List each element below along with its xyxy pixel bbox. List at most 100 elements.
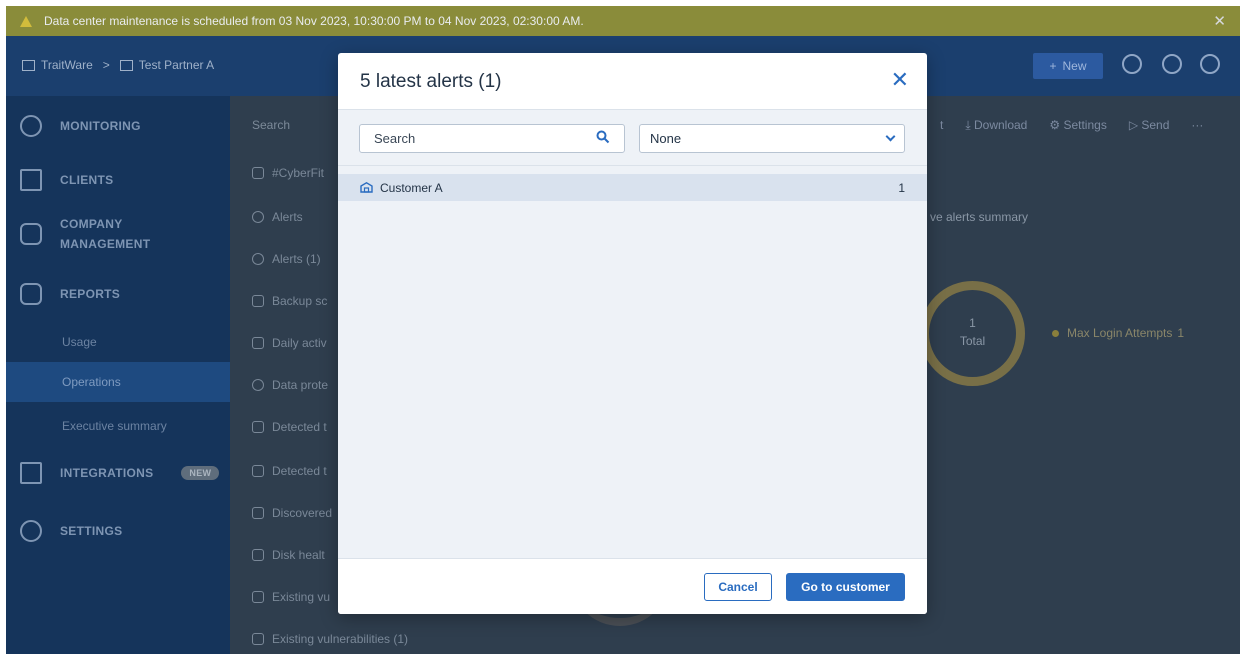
filter-select[interactable]: None: [639, 124, 905, 153]
help-icon[interactable]: [1162, 54, 1182, 74]
report-item-label: Alerts (1): [272, 252, 321, 266]
filter-select-value: None: [650, 131, 682, 146]
report-icon: [252, 167, 264, 179]
sidebar-item-clients[interactable]: CLIENTS: [6, 168, 230, 192]
app-window: Data center maintenance is scheduled fro…: [6, 6, 1240, 654]
report-item-label: Daily activ: [272, 336, 327, 350]
building-icon: [22, 59, 35, 71]
breadcrumb-item-traitware[interactable]: TraitWare: [41, 58, 93, 72]
report-item[interactable]: Daily activ: [252, 336, 327, 350]
alerts-modal: 5 latest alerts (1) ✕ None Customer A 1: [338, 53, 927, 614]
sidebar-sub-usage[interactable]: Usage: [6, 322, 230, 362]
modal-footer: Cancel Go to customer: [338, 558, 927, 614]
warning-icon: [20, 15, 32, 27]
report-item[interactable]: Alerts: [252, 210, 303, 224]
report-toolbar: t ⤓ Download ⚙ Settings ▷ Send ···: [940, 118, 1203, 133]
report-item-label: Existing vulnerabilities (1): [272, 632, 409, 646]
legend-dot: [1052, 329, 1059, 337]
send-button[interactable]: ▷ Send: [1129, 118, 1170, 133]
legend-label: Max Login Attempts: [1067, 326, 1173, 340]
report-item[interactable]: Data prote: [252, 378, 328, 392]
more-options-icon[interactable]: ···: [1191, 118, 1203, 133]
report-item-label: Existing vu: [272, 590, 331, 604]
sidebar-item-integrations[interactable]: INTEGRATIONS NEW: [6, 461, 230, 485]
send-label: Send: [1141, 118, 1170, 132]
report-item-label: #CyberFit: [272, 166, 325, 180]
sidebar-item-label: REPORTS: [60, 287, 121, 301]
report-item[interactable]: Existing vu: [252, 590, 330, 604]
report-search-label[interactable]: Search: [252, 118, 290, 132]
search-icon[interactable]: [596, 130, 610, 144]
report-item-label: Detected t: [272, 464, 327, 478]
report-item-label: Disk healt: [272, 548, 325, 562]
list-item-count: 1: [898, 180, 905, 195]
hierarchy-icon: [20, 169, 42, 191]
backup-icon: [252, 295, 264, 307]
calendar-icon: [252, 337, 264, 349]
sidebar-item-label: SETTINGS: [60, 524, 123, 538]
total-value: 1: [969, 316, 976, 330]
legend-value: 1: [1177, 326, 1185, 340]
report-item[interactable]: Disk healt: [252, 548, 325, 562]
banner-close-icon[interactable]: ✕: [1213, 12, 1226, 30]
report-item-label: Backup sc: [272, 294, 328, 308]
gauge-icon: [20, 115, 42, 137]
breadcrumb-item-partner[interactable]: Test Partner A: [139, 58, 214, 72]
sidebar-item-label: CLIENTS: [60, 173, 114, 187]
report-item[interactable]: Existing vulnerabilities (1): [252, 632, 408, 646]
breadcrumb-separator: >: [102, 58, 110, 72]
report-item[interactable]: Detected t: [252, 420, 327, 434]
sidebar-item-reports[interactable]: REPORTS: [6, 282, 230, 306]
report-item[interactable]: Alerts (1): [252, 252, 321, 266]
report-item-label: Alerts: [272, 210, 303, 224]
sidebar-item-label: MONITORING: [60, 119, 141, 133]
new-button[interactable]: + New: [1033, 53, 1103, 79]
cancel-button[interactable]: Cancel: [704, 573, 772, 601]
sidebar-item-label: COMPANY MANAGEMENT: [60, 214, 150, 254]
alert-icon: [252, 211, 264, 223]
report-item[interactable]: Backup sc: [252, 294, 327, 308]
go-to-customer-button[interactable]: Go to customer: [786, 573, 905, 601]
sidebar-label-line-2: MANAGEMENT: [60, 237, 151, 251]
bug-icon: [252, 421, 264, 433]
list-item[interactable]: Customer A 1: [338, 174, 927, 201]
shield-icon: [252, 379, 264, 391]
search-input[interactable]: [359, 124, 625, 153]
alerts-list: Customer A 1: [338, 166, 927, 558]
report-item-label: Discovered: [272, 506, 333, 520]
breadcrumb: TraitWare > Test Partner A: [22, 58, 214, 72]
settings-label: Settings: [1063, 118, 1107, 132]
modal-title: 5 latest alerts (1): [360, 71, 502, 92]
disk-icon: [252, 549, 264, 561]
gear-icon: [20, 520, 42, 542]
close-icon[interactable]: ✕: [891, 67, 909, 93]
report-item[interactable]: #CyberFit: [252, 166, 324, 180]
sidebar-sub-operations[interactable]: Operations: [6, 362, 230, 402]
maintenance-banner: Data center maintenance is scheduled fro…: [6, 6, 1240, 36]
list-item-name: Customer A: [380, 180, 443, 195]
download-button[interactable]: ⤓ Download: [965, 118, 1027, 133]
plus-icon: +: [1049, 59, 1057, 73]
banner-message: Data center maintenance is scheduled fro…: [44, 14, 584, 28]
user-account-icon[interactable]: [1200, 54, 1220, 74]
total-label: Total: [959, 334, 986, 348]
report-item-label: Data prote: [272, 378, 329, 392]
toolbar-item-truncated[interactable]: t: [940, 118, 943, 133]
sidebar: MONITORING CLIENTS COMPANY MANAGEMENT RE…: [6, 96, 230, 654]
sidebar-label-line-1: COMPANY: [60, 217, 123, 231]
bug-icon: [252, 465, 264, 477]
modal-filter-bar: None: [338, 109, 927, 166]
chevron-down-icon: [885, 131, 896, 142]
report-item[interactable]: Detected t: [252, 464, 327, 478]
sidebar-item-settings[interactable]: SETTINGS: [6, 519, 230, 543]
sidebar-sub-executive-summary[interactable]: Executive summary: [6, 406, 230, 446]
sidebar-item-label: INTEGRATIONS: [60, 466, 154, 480]
sidebar-item-company-management[interactable]: COMPANY MANAGEMENT: [6, 216, 230, 252]
grid-icon: [20, 462, 42, 484]
new-badge: NEW: [181, 466, 220, 480]
alert-icon: [252, 253, 264, 265]
search-icon[interactable]: [1122, 54, 1142, 74]
settings-button[interactable]: ⚙ Settings: [1049, 118, 1106, 133]
report-item[interactable]: Discovered: [252, 506, 332, 520]
sidebar-item-monitoring[interactable]: MONITORING: [6, 114, 230, 138]
